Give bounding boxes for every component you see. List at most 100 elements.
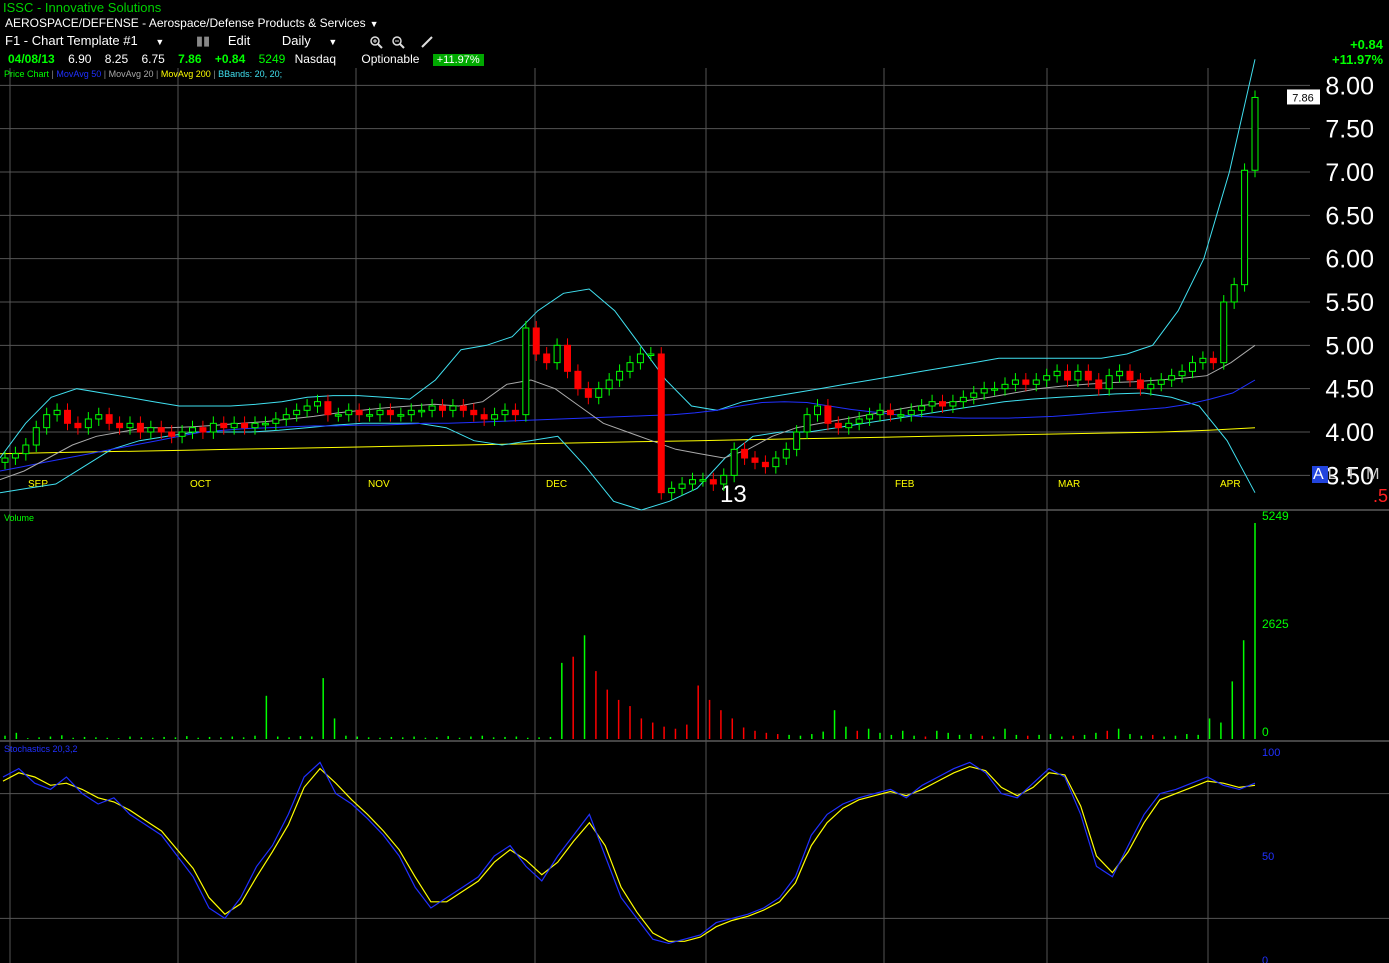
candle-body	[1199, 357, 1207, 364]
candle-body	[439, 405, 446, 411]
candle-body	[814, 405, 821, 416]
candle-body	[709, 479, 717, 485]
candle-body	[772, 457, 780, 468]
stoch-tick-label: 100	[1262, 747, 1280, 759]
candle-body	[1230, 284, 1238, 303]
candle-body	[418, 409, 426, 413]
candle-body	[866, 414, 874, 420]
candle-body	[459, 405, 467, 411]
candle-body	[532, 327, 540, 355]
candle-body	[1168, 375, 1176, 381]
candle-body	[220, 422, 228, 429]
candle-body	[1074, 370, 1082, 381]
candle-body	[303, 405, 311, 411]
candle-body	[595, 388, 603, 398]
timeframe-selector[interactable]: AL T M L	[1312, 466, 1389, 484]
candle-body	[1084, 370, 1092, 381]
month-label: NOV	[368, 479, 390, 490]
candle-body	[168, 431, 176, 437]
candle-body	[918, 405, 926, 411]
candle-body	[480, 414, 488, 420]
price-tick-label: 4.00	[1325, 419, 1374, 447]
candle-body	[53, 409, 61, 416]
candle-body	[428, 405, 436, 411]
candle-body	[74, 422, 82, 429]
candle-body	[449, 405, 457, 411]
candle-body	[834, 422, 842, 429]
month-label: DEC	[546, 479, 567, 490]
candle-body	[157, 427, 165, 433]
candle-body	[928, 401, 936, 407]
timeframe-others[interactable]: L T M L	[1328, 466, 1389, 483]
candle-body	[501, 409, 509, 416]
candle-body	[907, 409, 915, 416]
candle-body	[1064, 370, 1071, 381]
bb-lower-line	[0, 392, 1256, 511]
month-label: APR	[1220, 479, 1241, 490]
candle-body	[1043, 375, 1051, 381]
candle-body	[491, 414, 499, 420]
chart-canvas[interactable]: 3.504.004.505.005.506.006.507.007.508.00…	[0, 0, 1389, 963]
candle-body	[553, 344, 561, 364]
candle-body	[376, 409, 384, 416]
candle-body	[407, 409, 415, 416]
candle-body	[886, 409, 894, 416]
candle-body	[1095, 379, 1103, 390]
month-label: SEP	[28, 479, 48, 490]
candle-body	[11, 453, 19, 459]
candle-body	[1157, 379, 1165, 385]
candle-body	[605, 379, 613, 390]
volume-tick-label: 0	[1262, 725, 1269, 739]
candle-body	[616, 370, 624, 381]
candle-body	[105, 414, 113, 424]
price-tick-label: 5.00	[1325, 332, 1374, 360]
candle-body	[470, 409, 478, 416]
candle-body	[991, 388, 999, 391]
candle-body	[366, 414, 374, 417]
candle-body	[793, 431, 801, 450]
candle-body	[689, 479, 696, 485]
stoch-label: Stochastics 20,3,2	[4, 744, 78, 754]
candle-body	[126, 422, 134, 429]
candle-body	[678, 483, 686, 489]
stoch-k-line	[2, 761, 1256, 945]
candle-body	[1011, 379, 1019, 385]
candle-body	[261, 422, 269, 426]
candle-body	[824, 405, 832, 424]
stoch-tick-label: 0	[1262, 955, 1268, 963]
candle-body	[761, 461, 769, 468]
candle-body	[699, 479, 707, 482]
candle-body	[511, 409, 519, 416]
candle-body	[355, 409, 363, 416]
candle-body	[980, 388, 988, 394]
candle-body	[1105, 375, 1113, 390]
candle-body	[272, 418, 280, 424]
candle-body	[1241, 169, 1249, 286]
candle-body	[803, 414, 811, 433]
candle-body	[1053, 370, 1061, 377]
candle-body	[1001, 383, 1009, 390]
price-tick-label: 4.50	[1325, 376, 1374, 404]
candle-body	[95, 414, 103, 420]
price-tick-label: 7.50	[1325, 116, 1374, 144]
candle-body	[282, 414, 290, 420]
candle-body	[230, 422, 238, 429]
candle-body	[970, 392, 978, 398]
candle-body	[1136, 379, 1144, 390]
candle-body	[178, 431, 186, 437]
candle-body	[1126, 370, 1134, 381]
candle-body	[897, 414, 905, 417]
candle-body	[845, 422, 853, 429]
timeframe-selected[interactable]: A	[1312, 466, 1328, 483]
candle-body	[657, 353, 665, 494]
price-tick-label: 6.50	[1325, 202, 1374, 230]
candle-body	[43, 414, 51, 429]
stoch-tick-label: 50	[1262, 851, 1274, 863]
candle-body	[116, 422, 124, 429]
candle-body	[584, 388, 592, 398]
price-tick-label: 6.00	[1325, 246, 1374, 274]
candle-body	[1178, 370, 1186, 377]
candle-body	[1251, 96, 1259, 171]
candle-body	[522, 327, 530, 416]
last-price-label: 7.86	[1292, 92, 1313, 104]
